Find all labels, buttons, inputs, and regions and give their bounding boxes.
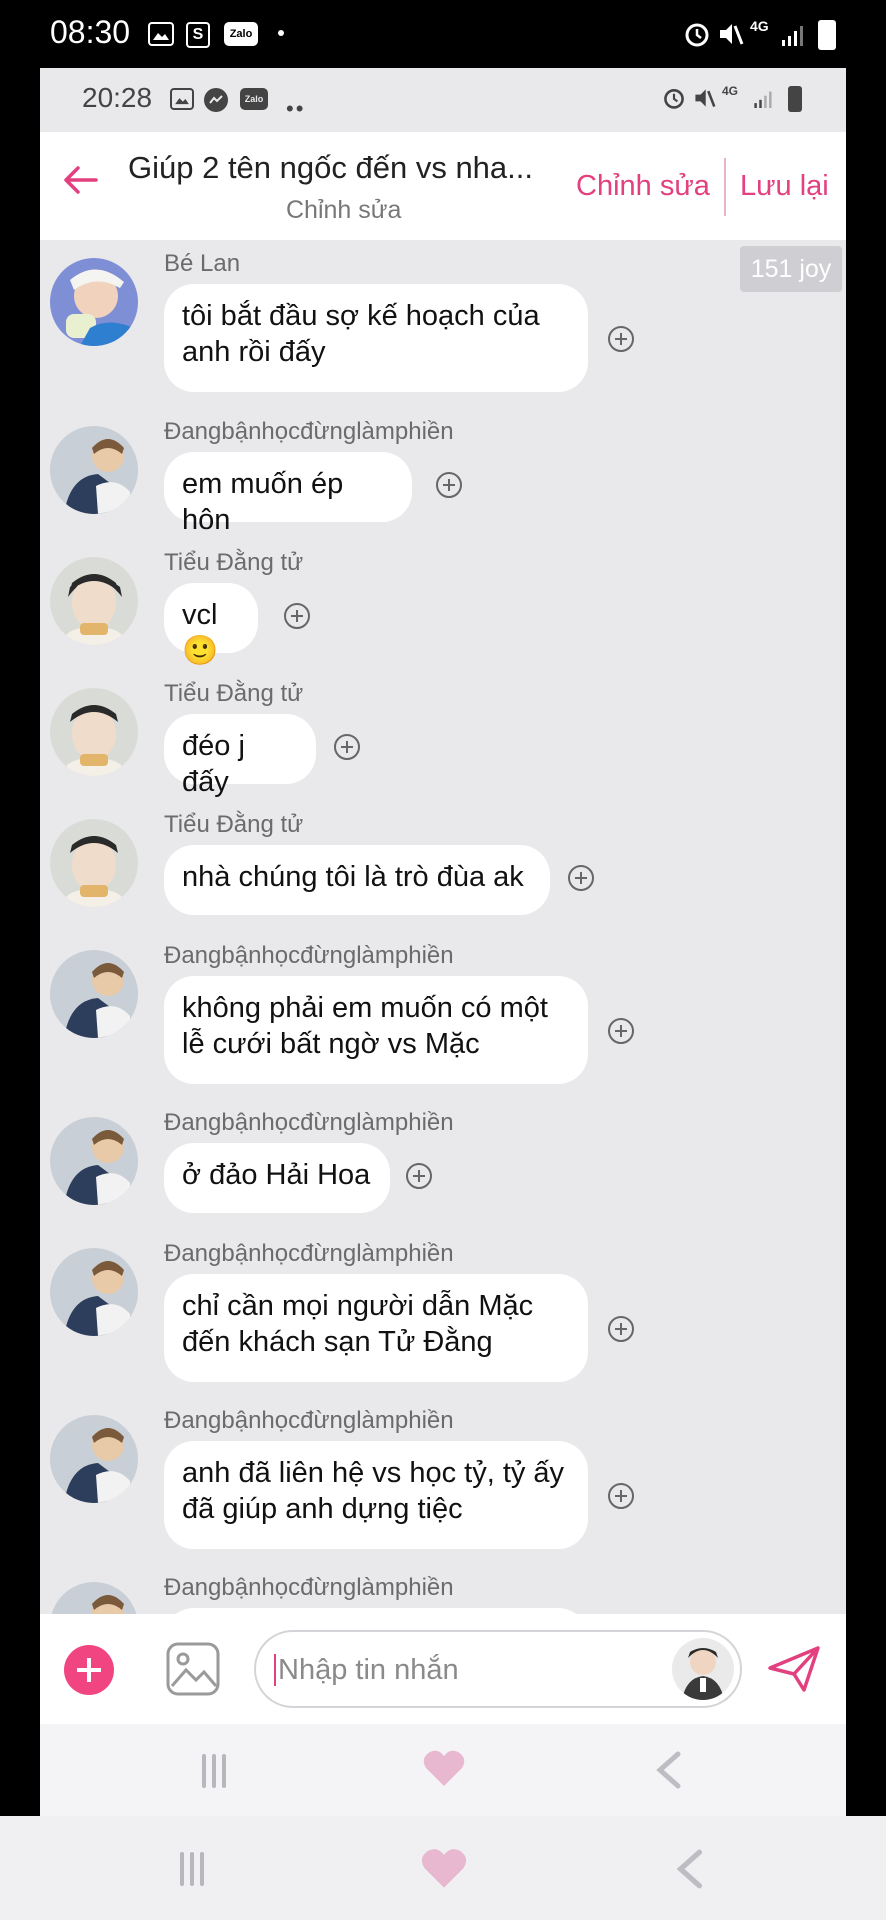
message-input[interactable]: Nhập tin nhắn xyxy=(254,1630,742,1708)
shop-icon: S xyxy=(186,22,210,48)
signal-icon xyxy=(754,90,776,108)
message-bubble[interactable]: vcl 🙂 xyxy=(164,583,258,667)
message-text: nhà chúng tôi là trò đùa ak xyxy=(182,861,524,893)
edit-button[interactable]: Chỉnh sửa xyxy=(576,170,710,203)
react-add-icon[interactable] xyxy=(406,1163,432,1189)
message-bubble[interactable]: đéo j đấy xyxy=(164,714,316,798)
back-button[interactable] xyxy=(60,160,110,210)
gallery-icon xyxy=(148,22,174,46)
avatar[interactable] xyxy=(50,950,138,1038)
message-text: tôi bắt đầu sợ kế hoạch của anh rồi đấy xyxy=(182,300,540,368)
zalo-icon: Zalo xyxy=(240,88,268,110)
message-input-placeholder: Nhập tin nhắn xyxy=(278,1654,459,1686)
react-add-icon[interactable] xyxy=(284,603,310,629)
sender-name: Bé Lan xyxy=(164,250,241,277)
outer-status-bar: 08:30 S Zalo 4G xyxy=(0,0,886,68)
message-bubble[interactable]: ở đảo Hải Hoa xyxy=(164,1143,390,1213)
mute-icon xyxy=(692,86,716,110)
zalo-icon: Zalo xyxy=(224,22,258,46)
message-bubble[interactable]: tôi bắt đầu sợ kế hoạch của anh rồi đấy xyxy=(164,284,588,392)
message-text: đéo j đấy xyxy=(182,730,245,798)
message-bubble[interactable]: em muốn ép hôn xyxy=(164,452,412,536)
plus-icon xyxy=(87,1658,91,1682)
send-icon[interactable] xyxy=(766,1644,822,1694)
sender-name: Đangbậnhọcđừnglàmphiền xyxy=(164,418,454,445)
recent-apps-icon[interactable] xyxy=(180,1852,210,1891)
more-dots-icon: •• xyxy=(286,96,306,121)
header-divider xyxy=(724,158,726,216)
message-text: ở đảo Hải Hoa xyxy=(182,1159,371,1191)
react-add-icon[interactable] xyxy=(608,1483,634,1509)
sender-name: Đangbậnhọcđừnglàmphiền xyxy=(164,1574,454,1601)
react-add-icon[interactable] xyxy=(334,734,360,760)
chat-header: Giúp 2 tên ngốc đến vs nha... Chỉnh sửa … xyxy=(40,132,846,240)
chat-subtitle: Chỉnh sửa xyxy=(286,196,402,224)
sender-name: Đangbậnhọcđừnglàmphiền xyxy=(164,1109,454,1136)
message-text: chỉ cần mọi người dẫn Mặc đến khách sạn … xyxy=(182,1290,534,1358)
avatar[interactable] xyxy=(50,557,138,645)
sender-name: Đangbậnhọcđừnglàmphiền xyxy=(164,942,454,969)
smile-emoji-icon: 🙂 xyxy=(182,635,219,667)
react-add-icon[interactable] xyxy=(436,472,462,498)
recent-apps-icon[interactable] xyxy=(202,1754,232,1793)
avatar[interactable] xyxy=(50,1248,138,1336)
inner-navigation-bar xyxy=(40,1724,846,1816)
inner-status-time: 20:28 xyxy=(82,82,153,113)
message-bubble[interactable]: anh đã liên hệ vs học tỷ, tỷ ấy đã giúp … xyxy=(164,1441,588,1549)
gallery-icon xyxy=(170,88,194,110)
back-nav-icon[interactable] xyxy=(654,1750,684,1795)
message-bubble[interactable]: chỉ cần mọi người dẫn Mặc đến khách sạn … xyxy=(164,1274,588,1382)
sticker-avatar-icon[interactable] xyxy=(672,1638,734,1700)
alarm-icon xyxy=(683,20,711,48)
add-button[interactable] xyxy=(64,1645,114,1695)
sender-name: Tiểu Đằng tử xyxy=(164,811,304,838)
mute-icon xyxy=(716,20,744,48)
status-time: 08:30 xyxy=(50,14,131,50)
message-composer: Nhập tin nhắn xyxy=(40,1614,846,1724)
battery-icon xyxy=(818,20,836,50)
home-heart-icon[interactable] xyxy=(422,1748,466,1793)
react-add-icon[interactable] xyxy=(608,1316,634,1342)
react-add-icon[interactable] xyxy=(608,1018,634,1044)
text-cursor xyxy=(274,1654,276,1686)
sender-name: Đangbậnhọcđừnglàmphiền xyxy=(164,1407,454,1434)
avatar[interactable] xyxy=(50,1117,138,1205)
network-type: 4G xyxy=(750,18,769,34)
sender-name: Tiểu Đằng tử xyxy=(164,680,304,707)
avatar[interactable] xyxy=(50,819,138,907)
image-icon[interactable] xyxy=(166,1642,220,1696)
message-bubble[interactable]: nhà chúng tôi là trò đùa ak xyxy=(164,845,550,915)
signal-icon xyxy=(782,24,808,46)
sender-name: Đangbậnhọcđừnglàmphiền xyxy=(164,1240,454,1267)
message-text: em muốn ép hôn xyxy=(182,468,344,536)
alarm-icon xyxy=(662,86,686,110)
sender-name: Tiểu Đằng tử xyxy=(164,549,304,576)
inner-status-bar: 20:28 Zalo •• 4G xyxy=(40,68,846,132)
chat-title: Giúp 2 tên ngốc đến vs nha... xyxy=(128,150,533,185)
message-text: anh đã liên hệ vs học tỷ, tỷ ấy đã giúp … xyxy=(182,1457,565,1525)
message-text: vcl xyxy=(182,599,218,631)
messenger-icon xyxy=(204,88,228,112)
joy-badge: 151 joy xyxy=(740,246,842,292)
react-add-icon[interactable] xyxy=(608,326,634,352)
app-screen: 20:28 Zalo •• 4G Giúp 2 tên ngốc đến vs … xyxy=(40,68,846,1816)
dot-icon xyxy=(278,30,284,36)
save-button[interactable]: Lưu lại xyxy=(740,170,829,203)
react-add-icon[interactable] xyxy=(568,865,594,891)
avatar[interactable] xyxy=(50,688,138,776)
battery-icon xyxy=(788,86,802,112)
home-heart-icon[interactable] xyxy=(420,1846,468,1895)
avatar[interactable] xyxy=(50,426,138,514)
message-bubble[interactable]: không phải em muốn có một lễ cưới bất ng… xyxy=(164,976,588,1084)
avatar[interactable] xyxy=(50,258,138,346)
back-nav-icon[interactable] xyxy=(674,1848,706,1895)
network-type: 4G xyxy=(722,84,739,98)
outer-navigation-bar xyxy=(0,1816,886,1920)
message-text: không phải em muốn có một lễ cưới bất ng… xyxy=(182,992,548,1060)
avatar[interactable] xyxy=(50,1415,138,1503)
